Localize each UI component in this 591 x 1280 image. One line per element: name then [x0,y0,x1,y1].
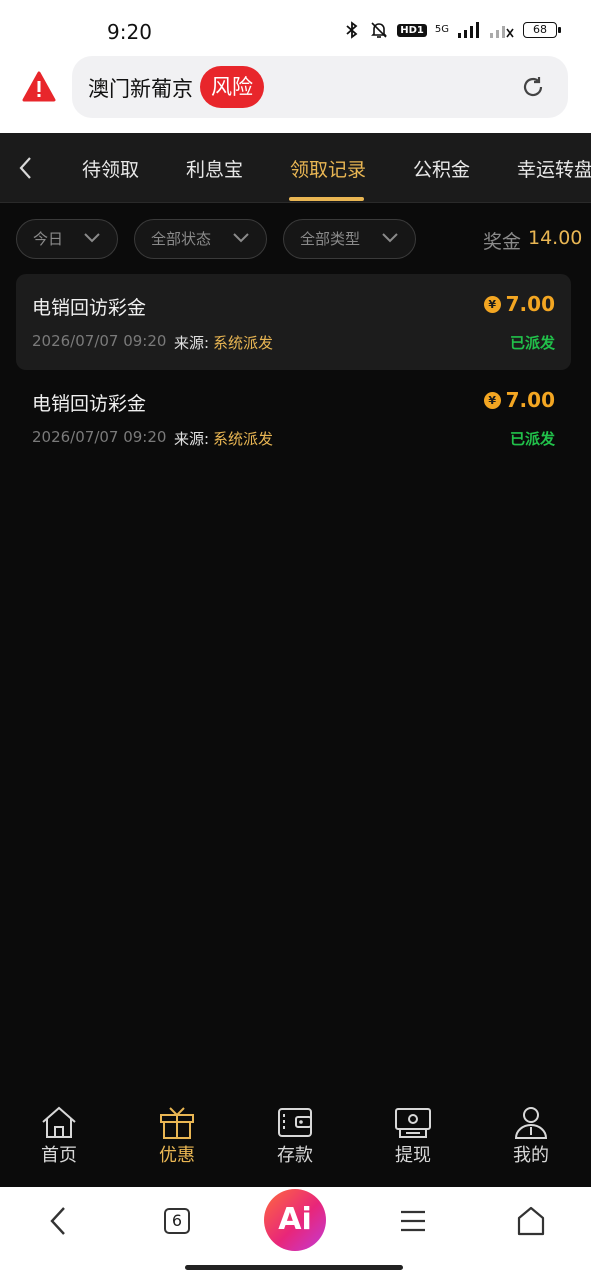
nav-deposit[interactable]: 存款 [250,1105,340,1167]
wallet-icon [278,1108,312,1137]
browser-back-icon[interactable] [44,1204,72,1238]
nav-profile[interactable]: 我的 [486,1105,576,1167]
record-title: 电销回访彩金 [32,297,147,319]
network-label: 5G [434,24,449,35]
bonus-total-label: 奖金 [483,231,522,253]
coin-icon: ¥ [483,295,501,313]
tab-interest[interactable]: 利息宝 [186,155,243,182]
menu-icon[interactable] [398,1204,428,1238]
warning-icon[interactable] [22,71,56,103]
record-datetime: 2026/07/07 09:20 [32,428,167,446]
gift-icon [160,1107,194,1139]
record-title: 电销回访彩金 [32,393,147,415]
nav-withdraw[interactable]: 提现 [368,1105,458,1167]
status-filter-label: 全部状态 [151,230,212,248]
status-icons: HD1 5G 68 [343,20,561,40]
battery-icon: 68 [523,22,561,38]
record-datetime: 2026/07/07 09:20 [32,332,167,350]
tab-bar: 待领取 利息宝 领取记录 公积金 幸运转盘 [0,133,591,203]
record-source: 系统派发 [213,334,274,352]
nav-home[interactable]: 首页 [14,1105,104,1167]
nav-withdraw-label: 提现 [395,1145,431,1166]
browser-address-bar: 澳门新葡京 风险 [0,55,591,133]
coin-icon: ¥ [483,391,501,409]
record-amount-value: 7.00 [505,292,555,316]
list-item[interactable]: 电销回访彩金 ¥ 7.00 2026/07/07 09:20 来源: 系统派发 … [16,370,571,466]
profile-icon [514,1107,548,1139]
record-amount-value: 7.00 [505,388,555,412]
tab-claim-records[interactable]: 领取记录 [290,155,366,182]
home-indicator [185,1265,403,1270]
date-filter-label: 今日 [33,230,64,248]
nav-promotions[interactable]: 优惠 [132,1105,222,1167]
tab-lucky-wheel[interactable]: 幸运转盘 [517,155,591,182]
tab-count-button[interactable]: 6 [164,1208,190,1234]
tab-provident-fund[interactable]: 公积金 [413,155,470,182]
active-tab-indicator [289,197,364,201]
browser-bottom-bar: 6 Ai [0,1187,591,1280]
record-amount: ¥ 7.00 [483,388,555,412]
type-filter-label: 全部类型 [300,230,361,248]
wifi-off-icon [490,26,514,38]
tab-pending[interactable]: 待领取 [82,155,139,182]
nav-promotions-label: 优惠 [159,1145,195,1166]
cash-icon [395,1108,431,1138]
risk-badge: 风险 [200,66,264,108]
record-source-label: 来源: [174,334,210,352]
mute-bell-icon [371,22,388,38]
status-bar: 9:20 HD1 5G 68 [0,0,591,60]
nav-deposit-label: 存款 [277,1145,313,1166]
url-field[interactable]: 澳门新葡京 风险 [72,56,568,118]
record-amount: ¥ 7.00 [483,292,555,316]
bonus-total-value: 14.00 [528,227,583,249]
ai-assistant-button[interactable]: Ai [264,1189,326,1251]
browser-home-icon[interactable] [515,1204,547,1238]
nav-profile-label: 我的 [513,1145,549,1166]
back-arrow-icon[interactable] [16,155,36,181]
record-source: 系统派发 [213,430,274,448]
app-bottom-nav: 首页 优惠 存款 提现 我的 [0,1097,591,1187]
signal-icon [458,22,479,38]
record-status: 已派发 [509,430,555,448]
reload-icon[interactable] [520,74,546,100]
chevron-down-icon [84,233,100,243]
status-filter[interactable]: 全部状态 [134,219,267,259]
hd-badge: HD1 [397,23,427,37]
record-source-label: 来源: [174,430,210,448]
chevron-down-icon [233,233,249,243]
list-item[interactable]: 电销回访彩金 ¥ 7.00 2026/07/07 09:20 来源: 系统派发 … [16,274,571,370]
record-status: 已派发 [509,334,555,352]
type-filter[interactable]: 全部类型 [283,219,416,259]
bluetooth-icon [346,21,358,39]
nav-home-label: 首页 [41,1145,77,1166]
home-icon [42,1106,76,1138]
chevron-down-icon [382,233,398,243]
date-filter[interactable]: 今日 [16,219,118,259]
url-title: 澳门新葡京 [88,77,193,101]
status-time: 9:20 [107,20,152,44]
